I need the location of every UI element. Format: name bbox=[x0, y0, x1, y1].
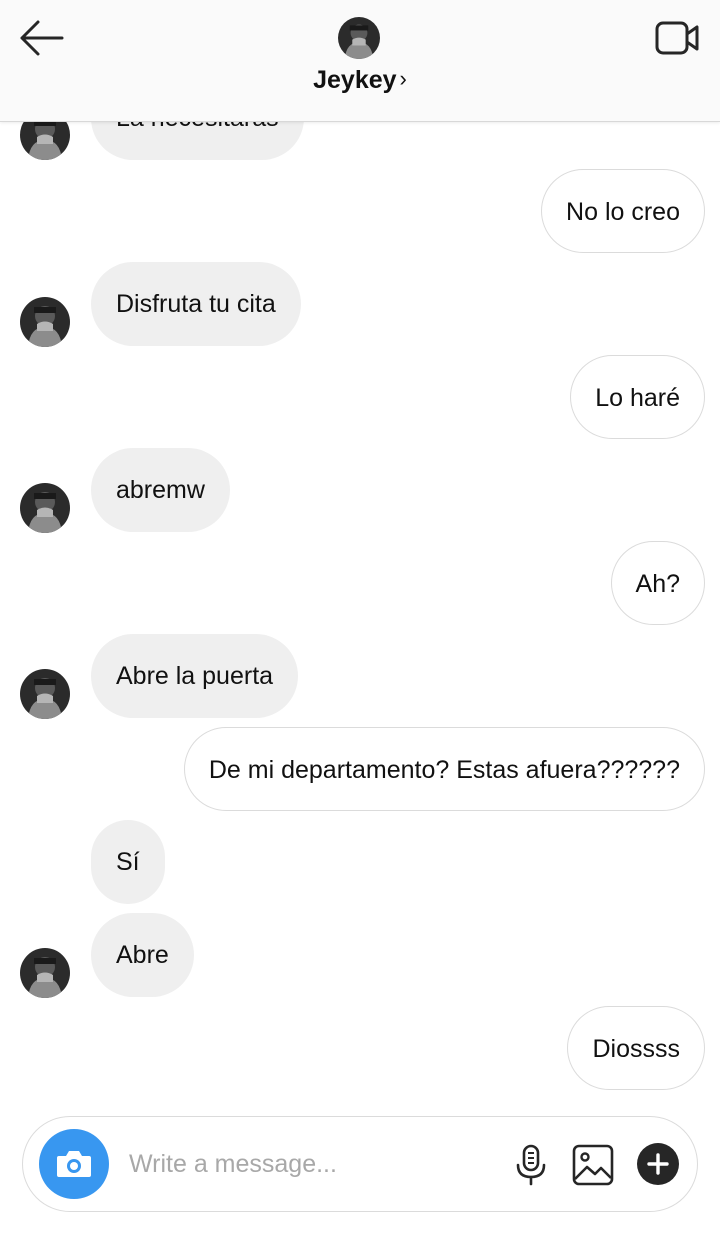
message-bubble-outgoing[interactable]: Diossss bbox=[567, 1006, 705, 1090]
message-input[interactable] bbox=[129, 1137, 489, 1191]
plus-icon bbox=[647, 1153, 669, 1175]
contact-avatar[interactable] bbox=[338, 17, 380, 59]
avatar[interactable] bbox=[20, 669, 70, 719]
message-bubble-incoming[interactable]: Sí bbox=[91, 820, 165, 904]
message-bubble-outgoing[interactable]: No lo creo bbox=[541, 169, 705, 253]
arrow-left-icon bbox=[20, 20, 64, 56]
more-options-button[interactable] bbox=[637, 1143, 679, 1185]
chat-header: Jeykey › bbox=[0, 0, 720, 122]
message-bubble-incoming[interactable]: abremw bbox=[91, 448, 230, 532]
message-bubble-incoming[interactable]: Abre la puerta bbox=[91, 634, 299, 718]
microphone-icon bbox=[516, 1144, 546, 1186]
contact-name-label: Jeykey bbox=[313, 66, 397, 94]
message-bubble-incoming[interactable]: Abre bbox=[91, 913, 194, 997]
message-bubble-outgoing[interactable]: Ah? bbox=[610, 541, 705, 625]
message-composer bbox=[22, 1116, 698, 1212]
camera-icon bbox=[57, 1151, 91, 1177]
gallery-button[interactable] bbox=[571, 1143, 615, 1187]
message-bubble-outgoing[interactable]: De mi departamento? Estas afuera?????? bbox=[183, 727, 705, 811]
message-thread[interactable]: La necesitarás No lo creo Disfruta tu ci… bbox=[0, 0, 720, 1110]
chevron-right-icon: › bbox=[399, 66, 407, 91]
video-call-button[interactable] bbox=[652, 18, 702, 58]
avatar[interactable] bbox=[20, 483, 70, 533]
gallery-icon bbox=[572, 1144, 614, 1186]
back-button[interactable] bbox=[18, 18, 66, 58]
message-bubble-outgoing[interactable]: Lo haré bbox=[570, 355, 705, 439]
video-camera-icon bbox=[655, 21, 699, 55]
avatar[interactable] bbox=[20, 948, 70, 998]
message-bubble-incoming[interactable]: Disfruta tu cita bbox=[91, 262, 301, 346]
voice-message-button[interactable] bbox=[511, 1143, 551, 1187]
camera-button[interactable] bbox=[39, 1129, 109, 1199]
avatar[interactable] bbox=[20, 297, 70, 347]
contact-name[interactable]: Jeykey › bbox=[0, 66, 720, 95]
